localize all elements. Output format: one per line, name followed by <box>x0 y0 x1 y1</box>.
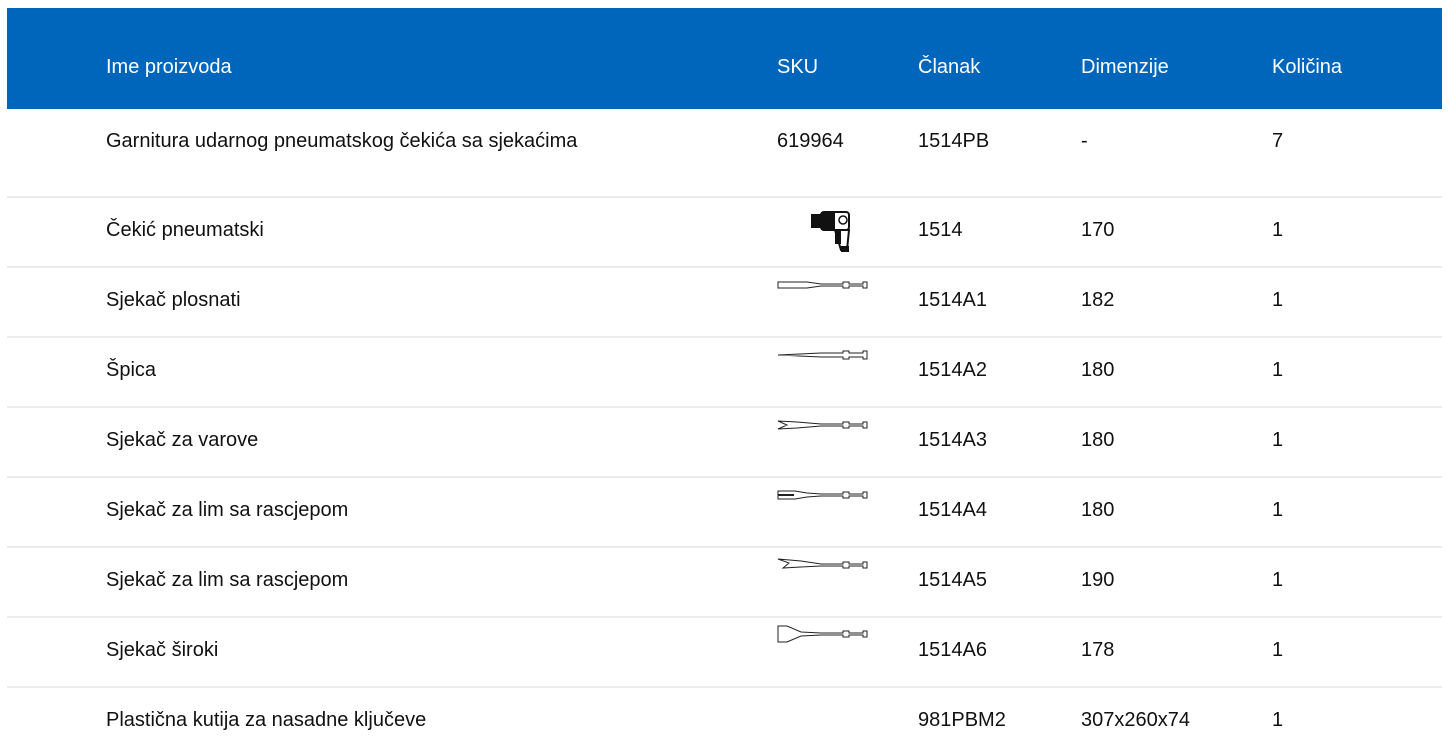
row-article: 1514 <box>918 219 963 241</box>
row-dimensions: 178 <box>1081 639 1115 661</box>
row-article: 1514A6 <box>918 639 987 661</box>
table-row: Sjekač plosnati 1514A1 182 1 <box>7 268 1442 338</box>
row-quantity: 1 <box>1272 709 1284 731</box>
weld-chisel-icon <box>777 418 869 432</box>
table-header: Ime proizvoda SKU Članak Dimenzije Količ… <box>7 8 1442 109</box>
row-dimensions: 182 <box>1081 289 1115 311</box>
header-dimensions[interactable]: Dimenzije <box>1081 57 1169 77</box>
table-row: Špica 1514A2 180 1 <box>7 338 1442 408</box>
table-row: Garnitura udarnog pneumatskog čekića sa … <box>7 109 1442 198</box>
row-dimensions: 190 <box>1081 569 1115 591</box>
table-row: 1514 170 1 Čekić pneumatski <box>7 198 1442 268</box>
row-sku: 619964 <box>777 130 844 152</box>
row-dimensions: - <box>1081 130 1088 152</box>
header-sku[interactable]: SKU <box>777 57 818 77</box>
row-dimensions: 180 <box>1081 429 1115 451</box>
air-hammer-icon <box>807 208 863 254</box>
row-name: Sjekač za varove <box>106 429 259 451</box>
product-table: Ime proizvoda SKU Članak Dimenzije Količ… <box>7 8 1442 754</box>
row-dimensions: 170 <box>1081 219 1115 241</box>
row-article: 1514A1 <box>918 289 987 311</box>
point-chisel-icon <box>777 348 869 362</box>
table-row: Plastična kutija za nasadne ključeve 981… <box>7 688 1442 754</box>
row-name: Sjekač za lim sa rascjepom <box>106 499 349 521</box>
table-row: Sjekač široki 1514A6 178 1 <box>7 618 1442 688</box>
table-row: Sjekač za varove 1514A3 180 1 <box>7 408 1442 478</box>
wide-chisel-icon <box>777 624 869 644</box>
header-quantity[interactable]: Količina <box>1272 57 1342 77</box>
row-quantity: 1 <box>1272 569 1284 591</box>
row-article: 1514A3 <box>918 429 987 451</box>
row-quantity: 1 <box>1272 639 1284 661</box>
row-article: 1514A2 <box>918 359 987 381</box>
row-name: Špica <box>106 359 157 381</box>
row-article: 1514A5 <box>918 569 987 591</box>
flat-chisel-icon <box>777 278 869 292</box>
header-name[interactable]: Ime proizvoda <box>106 57 232 77</box>
row-dimensions: 180 <box>1081 499 1115 521</box>
row-name: Sjekač široki <box>106 639 219 661</box>
row-dimensions: 307x260x74 <box>1081 709 1190 731</box>
row-article: 1514PB <box>918 130 990 152</box>
row-quantity: 1 <box>1272 429 1284 451</box>
table-row: Sjekač za lim sa rascjepom 1514A4 180 1 <box>7 478 1442 548</box>
slotted-sheet-chisel-icon <box>777 488 869 502</box>
row-quantity: 1 <box>1272 499 1284 521</box>
row-quantity: 1 <box>1272 359 1284 381</box>
angled-sheet-chisel-icon <box>777 558 869 572</box>
row-quantity: 1 <box>1272 219 1284 241</box>
table-row: Sjekač za lim sa rascjepom 1514A5 190 1 <box>7 548 1442 618</box>
row-name: Sjekač za lim sa rascjepom <box>106 569 349 591</box>
row-name: Plastična kutija za nasadne ključeve <box>106 709 427 731</box>
row-name: Čekić pneumatski <box>106 219 264 241</box>
header-article[interactable]: Članak <box>918 57 980 77</box>
row-dimensions: 180 <box>1081 359 1115 381</box>
row-quantity: 7 <box>1272 130 1284 152</box>
row-article: 1514A4 <box>918 499 987 521</box>
row-article: 981PBM2 <box>918 709 1006 731</box>
row-quantity: 1 <box>1272 289 1284 311</box>
row-name: Garnitura udarnog pneumatskog čekića sa … <box>106 130 578 152</box>
row-name: Sjekač plosnati <box>106 289 241 311</box>
